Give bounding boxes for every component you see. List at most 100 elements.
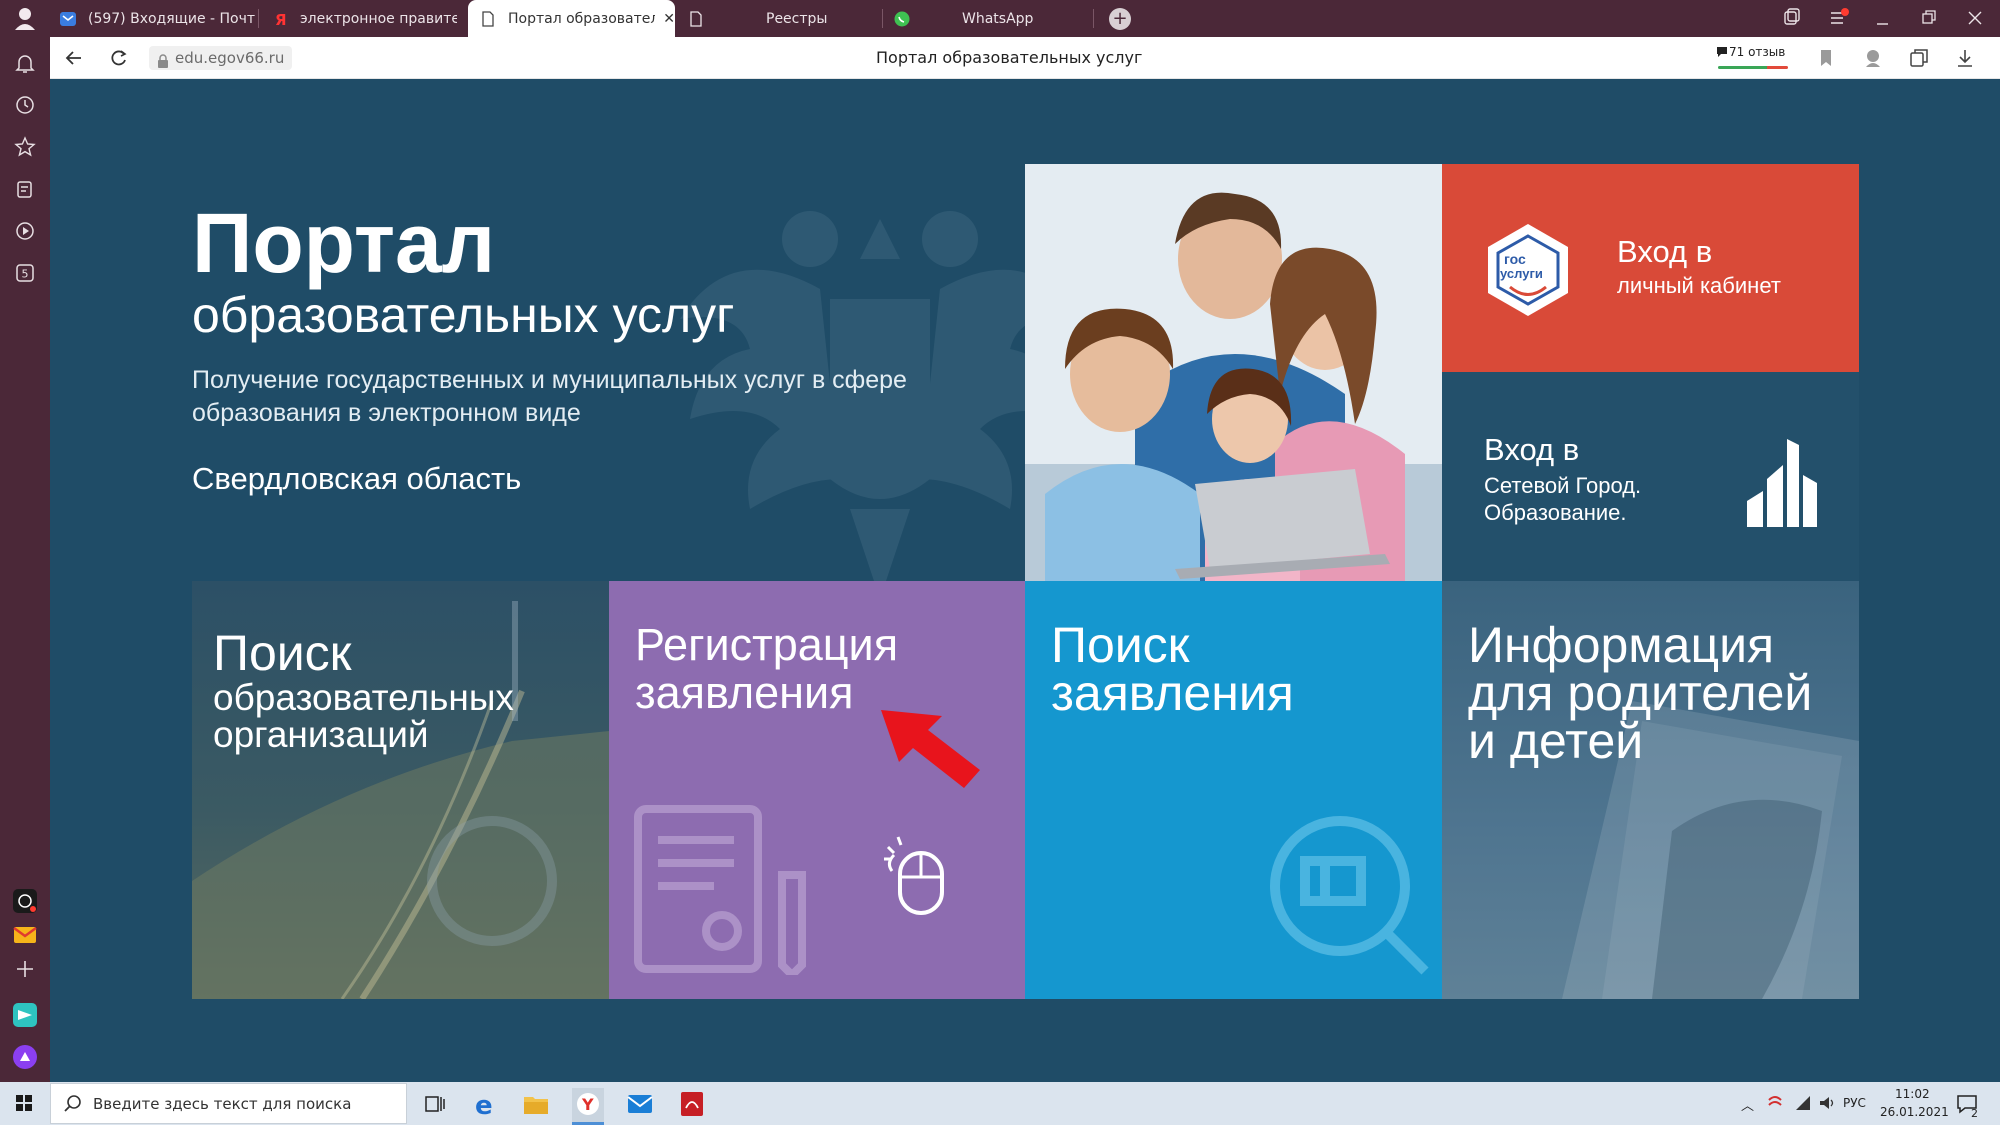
yandex-browser-icon[interactable]: Y — [572, 1088, 604, 1125]
svg-text:5: 5 — [22, 268, 29, 281]
protect-icon[interactable] — [1862, 47, 1884, 69]
hero-title: Портал — [192, 196, 496, 290]
alice-app-icon[interactable] — [13, 889, 37, 913]
mouse-click-icon — [884, 836, 944, 915]
search-app-title: Поиск — [1051, 617, 1190, 673]
rating-bar — [1718, 66, 1788, 69]
url-field[interactable]: edu.egov66.ru — [149, 46, 293, 70]
tab-whatsapp[interactable]: WhatsApp — [894, 0, 1089, 37]
search-orgs-line2: организаций — [213, 714, 429, 755]
svg-text:Y: Y — [581, 1095, 594, 1114]
net-city-tile-line1: Сетевой Город. — [1484, 473, 1642, 498]
collections-icon[interactable] — [1908, 47, 1930, 69]
register-title: Регистрация — [635, 619, 899, 670]
new-tab-button[interactable]: + — [1109, 8, 1131, 30]
add-panel-icon[interactable] — [13, 957, 37, 981]
windows-taskbar: Введите здесь текст для поиска e Y ︿ РУС… — [0, 1082, 2000, 1125]
history-icon[interactable] — [13, 93, 37, 117]
antivirus-tray-icon[interactable] — [1766, 1094, 1784, 1116]
close-window-icon[interactable] — [1952, 0, 1998, 37]
tab-label: электронное правительство — [300, 10, 457, 27]
messenger-icon[interactable] — [13, 1003, 37, 1027]
lock-icon — [157, 51, 169, 68]
region-label: Свердловская область — [192, 461, 522, 496]
close-tab-icon[interactable]: ✕ — [663, 11, 675, 27]
network-icon[interactable] — [1794, 1094, 1812, 1116]
reviews-badge[interactable]: 71 отзыв — [1714, 45, 1792, 69]
comment-icon — [1716, 46, 1728, 61]
tab-mail[interactable]: (597) Входящие - Почта Mail.ru — [60, 0, 255, 37]
annotation-arrow-icon — [881, 710, 980, 788]
portal-page: Портал образовательных услуг Получение г… — [50, 79, 2000, 1082]
search-orgs-line1: образовательных — [213, 677, 514, 718]
tabs-menu-icon[interactable] — [1768, 0, 1814, 37]
star-icon[interactable] — [13, 135, 37, 159]
info-line1: для родителей — [1468, 665, 1813, 721]
family-photo — [1025, 164, 1442, 581]
search-organizations-tile[interactable]: Поиск образовательных организаций — [192, 581, 609, 999]
menu-icon[interactable] — [1816, 0, 1862, 37]
yandex-icon: Я — [272, 11, 288, 29]
volume-icon[interactable] — [1818, 1094, 1836, 1116]
search-orgs-title: Поиск — [213, 625, 352, 681]
edge-icon[interactable]: e — [470, 1088, 502, 1121]
magnifier-icon — [1270, 816, 1429, 975]
profile-icon[interactable] — [0, 0, 50, 37]
counter-icon[interactable]: 5 — [13, 261, 37, 285]
back-icon[interactable] — [61, 45, 87, 71]
net-city-logo-icon — [1747, 439, 1817, 527]
mail-icon — [60, 11, 76, 27]
restore-icon[interactable] — [1906, 0, 1952, 37]
pdf-app-icon[interactable] — [676, 1088, 708, 1120]
reload-icon[interactable] — [106, 45, 132, 71]
info-line2: и детей — [1468, 713, 1644, 769]
browser-side-panel: 5 — [0, 37, 50, 1082]
download-icon[interactable] — [1954, 47, 1976, 69]
language-indicator[interactable]: РУС — [1843, 1096, 1866, 1110]
mail-app-icon[interactable] — [624, 1088, 656, 1120]
tab-egov[interactable]: Я электронное правительство — [272, 0, 457, 37]
tab-divider — [1093, 9, 1094, 28]
video-icon[interactable] — [13, 219, 37, 243]
clock-date[interactable]: 26.01.2021 — [1880, 1105, 1949, 1119]
tray-expand-icon[interactable]: ︿ — [1741, 1095, 1754, 1114]
family-illustration — [1025, 164, 1442, 581]
clock-time[interactable]: 11:02 — [1895, 1087, 1930, 1101]
tab-label: (597) Входящие - Почта Mail.ru — [88, 10, 255, 27]
net-city-tile-title: Вход в — [1484, 432, 1580, 467]
info-title: Информация — [1468, 617, 1775, 673]
tab-label: WhatsApp — [962, 10, 1034, 27]
register-subtitle: заявления — [635, 667, 854, 718]
bell-icon[interactable] — [13, 51, 37, 75]
parents-info-tile[interactable]: Информация для родителей и детей — [1442, 581, 1859, 999]
file-explorer-icon[interactable] — [520, 1088, 552, 1120]
windows-start-icon[interactable] — [0, 1082, 48, 1125]
hero-subtitle: образовательных услуг — [192, 287, 735, 343]
svg-text:Я: Я — [275, 11, 287, 27]
gosuslugi-login-tile[interactable]: гос услуги Вход в личный кабинет — [1442, 164, 1859, 372]
tab-divider — [882, 9, 883, 28]
browser-tab-bar: (597) Входящие - Почта Mail.ru Я электро… — [0, 0, 2000, 37]
assistant-icon[interactable] — [13, 1045, 37, 1069]
gosuslugi-tile-title: Вход в — [1617, 234, 1713, 269]
taskbar-search-field[interactable]: Введите здесь текст для поиска — [50, 1083, 407, 1124]
gosuslugi-tile-subtitle: личный кабинет — [1617, 273, 1781, 298]
task-view-icon[interactable] — [418, 1088, 450, 1120]
net-city-login-tile[interactable]: Вход в Сетевой Город. Образование. — [1442, 372, 1859, 581]
gmail-icon[interactable] — [13, 923, 37, 947]
hero-description: Получение государственных и муниципальны… — [192, 366, 907, 427]
net-city-tile-line2: Образование. — [1484, 500, 1627, 525]
search-app-subtitle: заявления — [1051, 665, 1294, 721]
tab-portal[interactable]: Портал образовательных услуг ✕ — [468, 0, 675, 37]
page-icon — [480, 10, 496, 27]
bookmark-icon[interactable] — [1815, 47, 1837, 69]
minimize-icon[interactable] — [1860, 0, 1906, 37]
gosuslugi-logo-bottom: услуги — [1500, 266, 1543, 281]
notes-icon[interactable] — [13, 177, 37, 201]
search-application-tile[interactable]: Поиск заявления — [1025, 581, 1442, 999]
tab-label: Портал образовательных услуг — [508, 10, 656, 27]
tab-registries[interactable]: Реестры — [688, 0, 878, 37]
browser-address-bar: edu.egov66.ru Портал образовательных усл… — [50, 37, 2000, 79]
tab-divider — [258, 9, 259, 28]
reviews-label: 71 отзыв — [1729, 45, 1786, 59]
